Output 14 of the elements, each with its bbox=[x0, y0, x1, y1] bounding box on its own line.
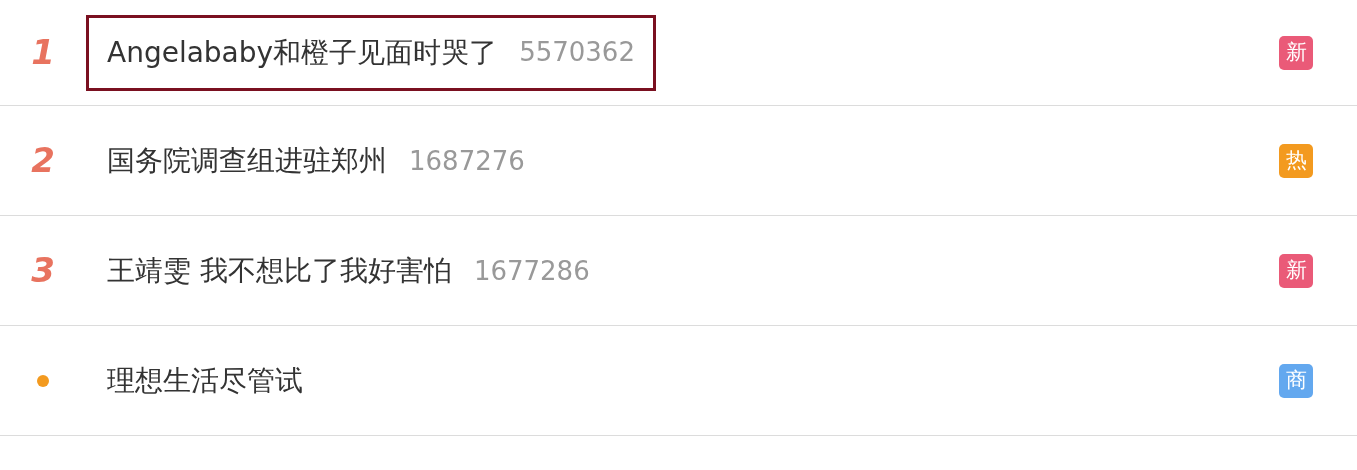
view-count: 1687276 bbox=[409, 144, 525, 178]
view-count: 5570362 bbox=[519, 36, 635, 69]
rank-number: 1 bbox=[31, 31, 55, 74]
tag-badge: 商 bbox=[1279, 363, 1313, 398]
rank-number: 2 bbox=[31, 139, 55, 182]
topic-link[interactable]: Angelababy和橙子见面时哭了 bbox=[107, 31, 498, 74]
tag-badge: 热 bbox=[1279, 143, 1313, 178]
topic-link[interactable]: 王靖雯 我不想比了我好害怕 bbox=[107, 249, 452, 292]
tag-badge: 新 bbox=[1279, 35, 1313, 70]
tag-badge: 新 bbox=[1279, 253, 1313, 288]
view-count: 1677286 bbox=[473, 254, 590, 288]
rank-number: 3 bbox=[31, 249, 55, 292]
topic-link[interactable]: 理想生活尽管试 bbox=[107, 359, 303, 402]
topic-link[interactable]: 国务院调查组进驻郑州 bbox=[107, 139, 387, 182]
